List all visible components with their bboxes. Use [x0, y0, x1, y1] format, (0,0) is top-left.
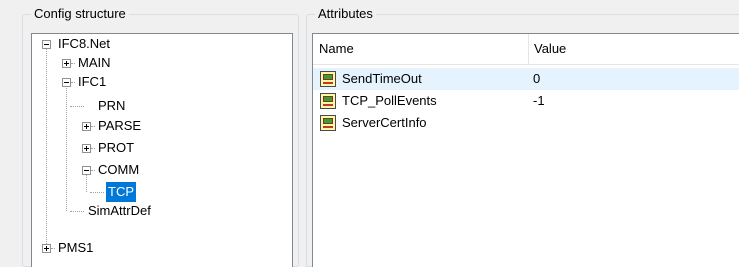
attribute-name: ServerCertInfo	[342, 115, 427, 130]
collapse-icon[interactable]	[62, 78, 71, 87]
tree-node-label[interactable]: PARSE	[96, 116, 143, 136]
config-tree[interactable]: IFC8.Net MAIN IFC1 PRN PARSE PROT COMM T…	[31, 33, 293, 267]
attribute-icon	[320, 115, 336, 131]
list-row[interactable]: SendTimeOut 0	[313, 68, 739, 90]
tree-line	[66, 88, 67, 211]
attributes-title: Attributes	[315, 6, 376, 22]
tree-line	[46, 49, 47, 248]
attribute-icon	[320, 93, 336, 109]
tree-line	[86, 173, 87, 192]
tree-node-label-selected[interactable]: TCP	[106, 182, 136, 202]
attribute-value: -1	[533, 93, 545, 108]
list-row[interactable]: TCP_PollEvents -1	[313, 90, 739, 112]
expand-icon[interactable]	[82, 122, 91, 131]
tree-node-label[interactable]: PMS1	[56, 238, 95, 258]
attributes-list[interactable]: Name Value SendTimeOut 0 TCP_PollEvents …	[312, 33, 739, 267]
collapse-icon[interactable]	[82, 166, 91, 175]
tree-node-label[interactable]: PROT	[96, 138, 136, 158]
expand-icon[interactable]	[62, 59, 71, 68]
tree-node-label[interactable]: PRN	[96, 96, 127, 116]
column-header-value[interactable]: Value	[528, 34, 739, 64]
tree-node-label[interactable]: SimAttrDef	[86, 201, 153, 221]
collapse-icon[interactable]	[42, 40, 51, 49]
tree-line	[90, 192, 104, 193]
attribute-icon	[320, 71, 336, 87]
attribute-name: SendTimeOut	[342, 71, 422, 86]
tree-line	[70, 106, 84, 107]
expand-icon[interactable]	[82, 144, 91, 153]
tree-node-label[interactable]: COMM	[96, 160, 141, 180]
attribute-name: TCP_PollEvents	[342, 93, 437, 108]
tree-node-label[interactable]: MAIN	[76, 53, 113, 73]
expand-icon[interactable]	[42, 244, 51, 253]
tree-node-label[interactable]: IFC1	[76, 72, 108, 92]
column-header-name[interactable]: Name	[313, 34, 533, 64]
list-header: Name Value	[313, 34, 739, 65]
attribute-value: 0	[533, 71, 541, 86]
tree-line	[70, 211, 84, 212]
list-row[interactable]: ServerCertInfo	[313, 112, 739, 134]
tree-node-label[interactable]: IFC8.Net	[56, 34, 112, 54]
config-structure-title: Config structure	[31, 6, 129, 22]
